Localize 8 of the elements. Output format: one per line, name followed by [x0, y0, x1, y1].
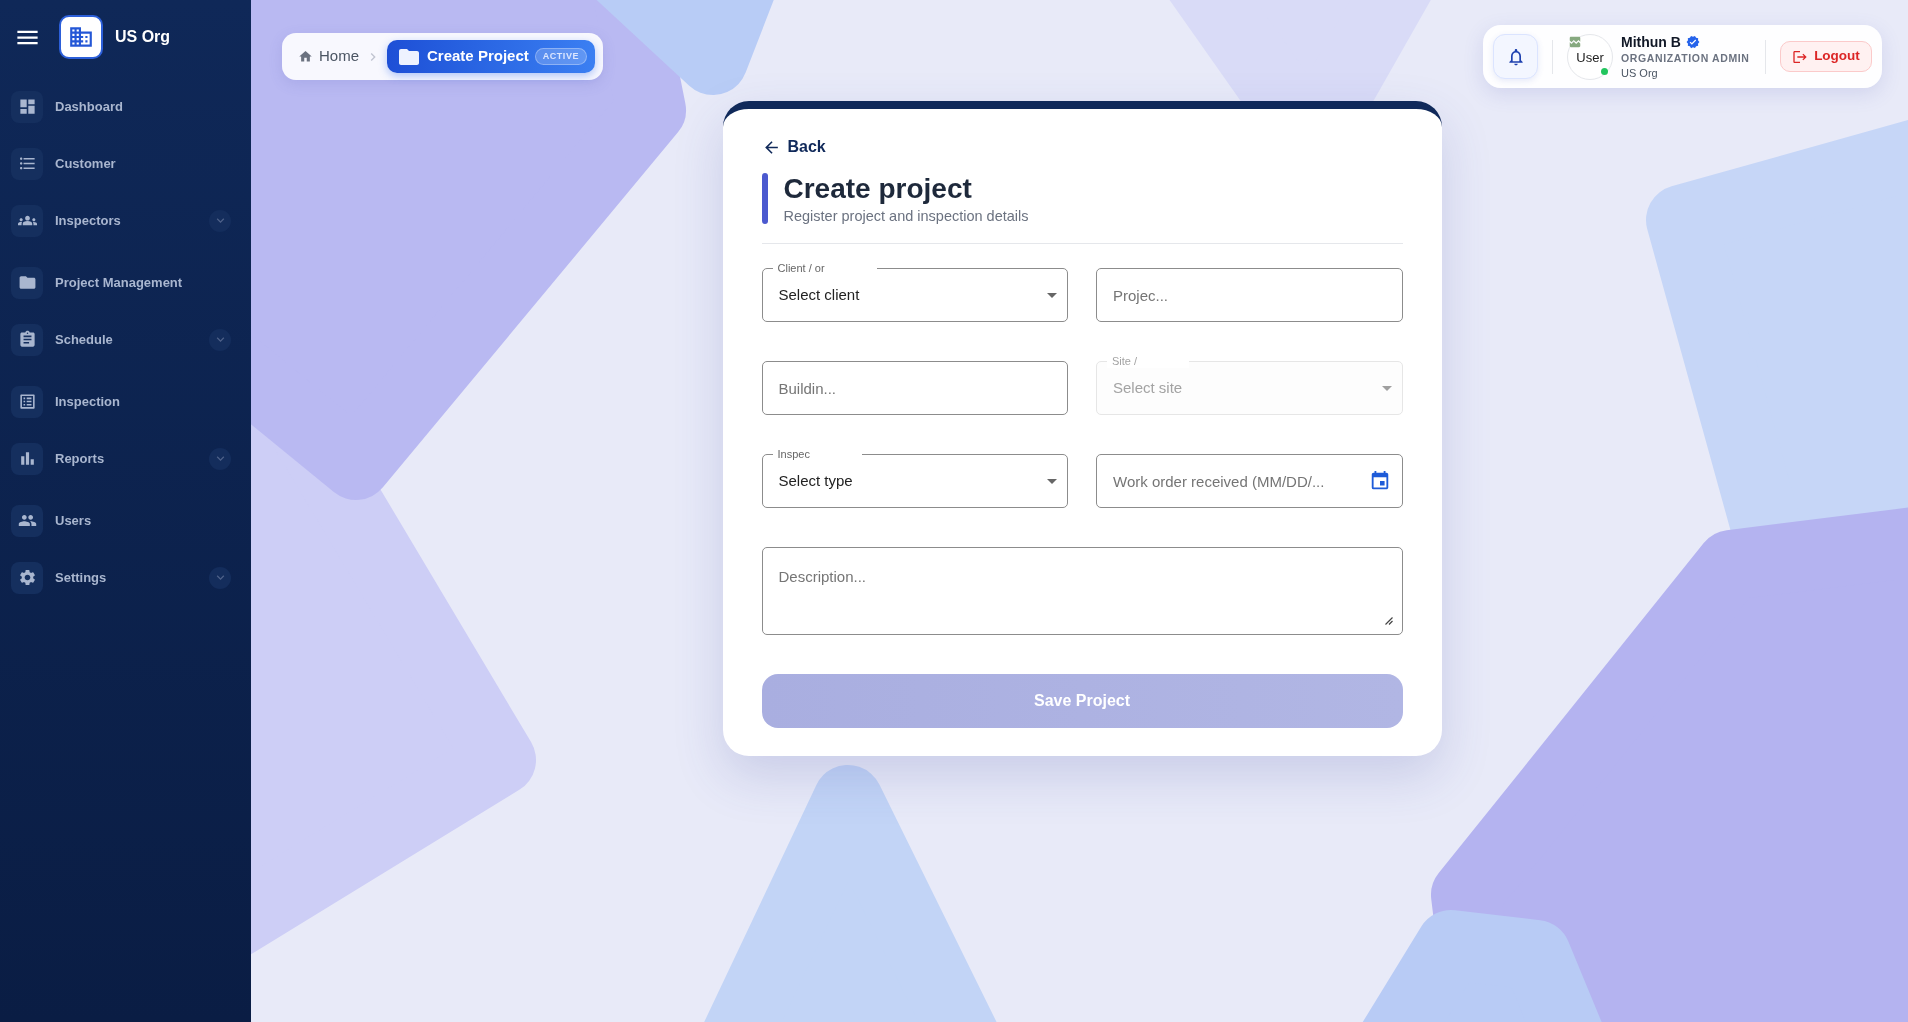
- page-subtitle: Register project and inspection details: [783, 207, 1029, 225]
- page-title: Create project: [783, 173, 973, 205]
- status-badge: ACTIVE: [534, 47, 587, 66]
- org-name: US Org: [115, 27, 171, 47]
- user-name: Mithun B: [1621, 33, 1681, 51]
- user-org: US Org: [1621, 66, 1659, 80]
- avatar-alt-text: User: [1576, 49, 1604, 68]
- user-role: ORGANIZATION ADMIN: [1621, 51, 1750, 66]
